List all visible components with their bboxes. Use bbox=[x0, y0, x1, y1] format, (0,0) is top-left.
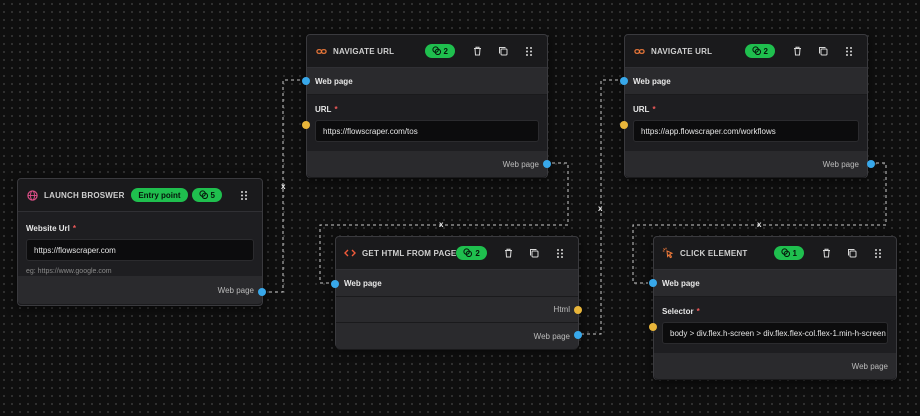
node-header[interactable]: LAUNCH BROSWER Entry point 5 bbox=[18, 179, 262, 212]
node-title: NAVIGATE URL bbox=[651, 46, 713, 56]
field-label: Selector * bbox=[662, 307, 700, 316]
output-handle[interactable] bbox=[574, 331, 582, 339]
credits-badge: 1 bbox=[773, 246, 804, 260]
output-handle-html[interactable] bbox=[574, 306, 582, 314]
node-title: LAUNCH BROSWER bbox=[44, 190, 125, 200]
input-handle[interactable] bbox=[620, 121, 628, 129]
trash-icon[interactable] bbox=[787, 41, 807, 61]
edge-delete-icon[interactable]: x bbox=[757, 220, 761, 229]
field-label: URL * bbox=[315, 105, 338, 114]
drag-handle-icon[interactable] bbox=[839, 41, 859, 61]
output-label-webpage: Web page bbox=[533, 331, 570, 341]
drag-handle-icon[interactable] bbox=[519, 41, 539, 61]
input-handle[interactable] bbox=[331, 280, 339, 288]
credits-badge: 2 bbox=[424, 44, 455, 58]
output-label: Web page bbox=[502, 159, 539, 169]
input-handle[interactable] bbox=[649, 323, 657, 331]
credits-badge: 2 bbox=[456, 246, 487, 260]
output-label: Web page bbox=[217, 285, 254, 295]
credits-badge: 5 bbox=[191, 188, 222, 202]
output-section: Web page bbox=[654, 353, 896, 380]
url-input[interactable]: https://flowscraper.com/tos bbox=[315, 120, 539, 142]
copy-icon[interactable] bbox=[813, 41, 833, 61]
output-section: Web page bbox=[307, 151, 547, 178]
credits-count: 2 bbox=[475, 248, 480, 258]
input-label: Web page bbox=[662, 278, 700, 288]
node-header[interactable]: CLICK ELEMENT 1 bbox=[654, 237, 896, 270]
output-label: Web page bbox=[822, 159, 859, 169]
trash-icon[interactable] bbox=[499, 243, 519, 263]
output-handle[interactable] bbox=[867, 160, 875, 168]
website-url-input[interactable]: https://flowscraper.com bbox=[26, 239, 254, 261]
link-icon bbox=[633, 45, 645, 57]
output-label: Web page bbox=[851, 361, 888, 371]
coins-icon bbox=[751, 45, 761, 57]
output-label-html: Html bbox=[553, 305, 570, 314]
copy-icon[interactable] bbox=[842, 243, 862, 263]
field-label: Website Url * bbox=[26, 224, 76, 233]
node-inputs: URL * https://app.flowscraper.com/workflo… bbox=[625, 95, 867, 151]
trash-icon[interactable] bbox=[816, 243, 836, 263]
output-section: Web page bbox=[625, 151, 867, 178]
drag-handle-icon[interactable] bbox=[234, 185, 254, 205]
node-header[interactable]: GET HTML FROM PAGE 2 bbox=[336, 237, 578, 270]
node-launch-browser[interactable]: LAUNCH BROSWER Entry point 5 Website Url… bbox=[17, 178, 266, 306]
node-header[interactable]: NAVIGATE URL 2 bbox=[625, 35, 867, 68]
copy-icon[interactable] bbox=[525, 243, 545, 263]
node-title: GET HTML FROM PAGE bbox=[362, 248, 457, 258]
url-input[interactable]: https://app.flowscraper.com/workflows bbox=[633, 120, 859, 142]
input-label: Web page bbox=[633, 76, 671, 86]
coins-icon bbox=[463, 247, 473, 259]
output-handle[interactable] bbox=[543, 160, 551, 168]
drag-handle-icon[interactable] bbox=[868, 243, 888, 263]
workflow-canvas[interactable]: x x x x LAUNCH BROSWER Entry point 5 Web… bbox=[0, 0, 920, 416]
selector-input[interactable]: body > div.flex.h-screen > div.flex.flex… bbox=[662, 322, 888, 344]
globe-icon bbox=[26, 189, 38, 201]
input-section: Web page bbox=[336, 270, 578, 297]
edge-delete-icon[interactable]: x bbox=[439, 220, 443, 229]
credits-count: 2 bbox=[763, 46, 768, 56]
input-handle[interactable] bbox=[649, 279, 657, 287]
node-inputs: Website Url * https://flowscraper.com eg:… bbox=[18, 212, 262, 276]
input-label: Web page bbox=[344, 278, 382, 288]
node-inputs: URL * https://flowscraper.com/tos bbox=[307, 95, 547, 151]
pointer-click-icon bbox=[662, 247, 674, 259]
field-label: URL * bbox=[633, 105, 656, 114]
input-handle[interactable] bbox=[620, 77, 628, 85]
copy-icon[interactable] bbox=[493, 41, 513, 61]
node-inputs: Selector * body > div.flex.h-screen > div… bbox=[654, 297, 896, 353]
output-section: Web page bbox=[18, 276, 262, 305]
output-section: Web page bbox=[336, 323, 578, 350]
node-header[interactable]: NAVIGATE URL 2 bbox=[307, 35, 547, 68]
node-navigate-url-1[interactable]: NAVIGATE URL 2 Web page URL * https://flo… bbox=[302, 34, 551, 178]
node-title: CLICK ELEMENT bbox=[680, 248, 748, 258]
input-label: Web page bbox=[315, 76, 353, 86]
code-icon bbox=[344, 247, 356, 259]
drag-handle-icon[interactable] bbox=[550, 243, 570, 263]
node-get-html[interactable]: GET HTML FROM PAGE 2 Web page Html Web p… bbox=[331, 236, 582, 350]
coins-icon bbox=[431, 45, 441, 57]
helper-text: eg: https://www.google.com bbox=[26, 268, 112, 275]
coins-icon bbox=[198, 189, 208, 201]
edge-delete-icon[interactable]: x bbox=[281, 182, 285, 191]
input-section: Web page bbox=[654, 270, 896, 297]
output-handle[interactable] bbox=[258, 288, 266, 296]
input-section: Web page bbox=[625, 68, 867, 95]
node-navigate-url-2[interactable]: NAVIGATE URL 2 Web page URL * https://app… bbox=[620, 34, 875, 178]
coins-icon bbox=[780, 247, 790, 259]
input-handle[interactable] bbox=[302, 121, 310, 129]
link-icon bbox=[315, 45, 327, 57]
credits-count: 1 bbox=[792, 248, 797, 258]
trash-icon[interactable] bbox=[467, 41, 487, 61]
input-section: Web page bbox=[307, 68, 547, 95]
input-handle[interactable] bbox=[302, 77, 310, 85]
node-title: NAVIGATE URL bbox=[333, 46, 395, 56]
credits-count: 5 bbox=[210, 190, 215, 200]
edge-delete-icon[interactable]: x bbox=[598, 204, 602, 213]
output-section: Html bbox=[336, 297, 578, 323]
entry-point-badge: Entry point bbox=[131, 188, 188, 202]
credits-badge: 2 bbox=[744, 44, 775, 58]
node-click-element[interactable]: CLICK ELEMENT 1 Web page Selector * body … bbox=[649, 236, 897, 380]
credits-count: 2 bbox=[443, 46, 448, 56]
